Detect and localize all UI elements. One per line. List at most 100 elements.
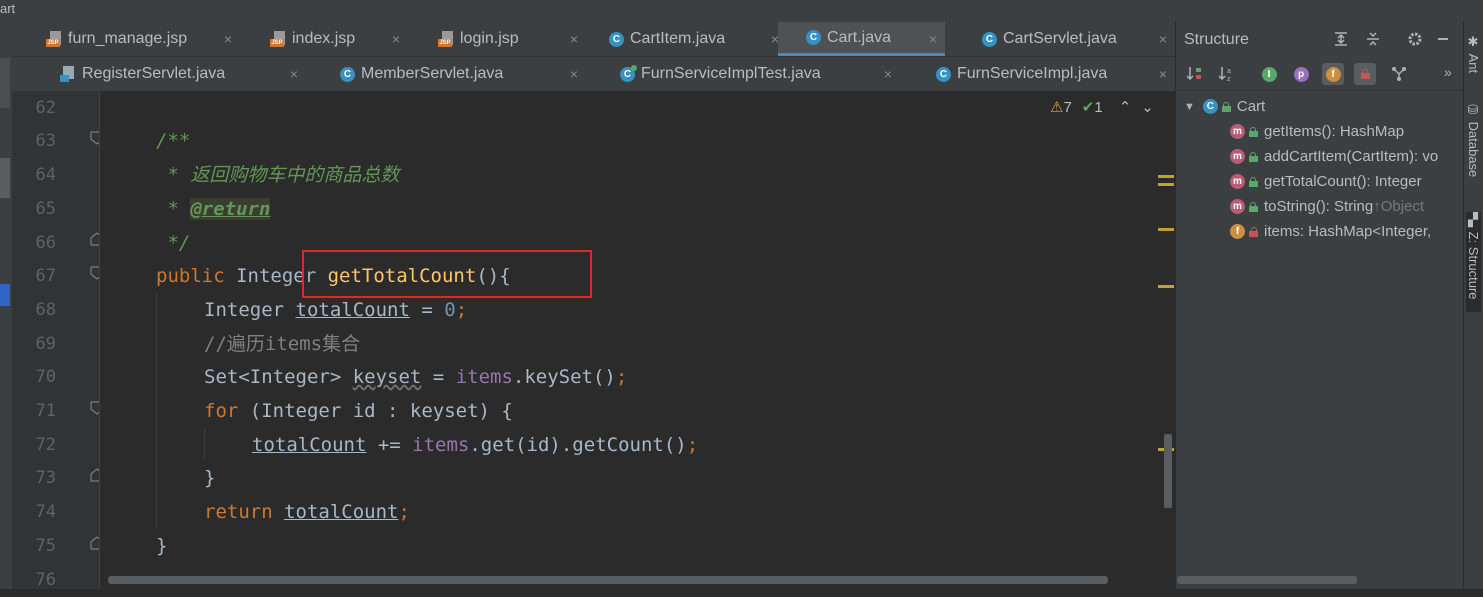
show-non-public-icon[interactable]: [1354, 63, 1376, 85]
line-number: 70: [35, 367, 56, 387]
stripe-marker[interactable]: [1158, 285, 1174, 288]
chevron-up-icon[interactable]: ⌃: [1119, 98, 1132, 116]
tab-label: CartItem.java: [630, 30, 726, 47]
doc-comment: * 返回购物车中的商品总数: [156, 164, 400, 186]
code-line-73: }: [204, 461, 215, 495]
horizontal-scrollbar[interactable]: [108, 576, 1108, 584]
show-inherited-icon[interactable]: I: [1258, 63, 1280, 85]
editor-tabs-row-2: RegisterServlet.java × C MemberServlet.j…: [12, 57, 1175, 92]
tab-registerservlet-java[interactable]: RegisterServlet.java ×: [48, 57, 306, 91]
close-icon[interactable]: ×: [224, 22, 232, 56]
tab-cartservlet-java[interactable]: C CartServlet.java ×: [970, 22, 1175, 56]
chevron-down-icon[interactable]: ⌄: [1141, 98, 1154, 116]
code-line-66: */: [156, 226, 190, 260]
lock-icon: [1360, 69, 1370, 79]
tab-index-jsp[interactable]: JSP index.jsp ×: [258, 22, 408, 56]
class-icon: C: [806, 30, 821, 45]
tab-furn-manage-jsp[interactable]: JSP furn_manage.jsp ×: [34, 22, 240, 56]
tab-cart-java[interactable]: C Cart.java ×: [778, 22, 945, 56]
field-badge: f: [1325, 66, 1341, 82]
tree-root-cart[interactable]: ▼ C Cart: [1184, 94, 1265, 119]
tab-label: RegisterServlet.java: [82, 65, 226, 82]
tool-label: Z: Structure: [1466, 231, 1481, 300]
error-stripe[interactable]: [1163, 91, 1175, 589]
field-ref: items: [412, 434, 470, 456]
unlock-icon: [1249, 126, 1258, 137]
class-icon: C: [936, 66, 951, 82]
expand-all-icon[interactable]: [1330, 28, 1352, 50]
show-fields-icon[interactable]: f: [1322, 63, 1344, 85]
chevron-down-icon[interactable]: ▼: [1184, 101, 1195, 113]
vertical-scrollbar[interactable]: [1164, 434, 1172, 508]
tab-furnserviceimpltest-java[interactable]: C FurnServiceImplTest.java ×: [608, 57, 900, 91]
database-icon: ⛁: [1467, 102, 1479, 117]
sort-by-visibility-icon[interactable]: [1184, 63, 1206, 85]
java-file-icon: [60, 66, 76, 82]
close-icon[interactable]: ×: [392, 22, 400, 56]
method-icon: m: [1230, 124, 1245, 139]
close-icon[interactable]: ×: [1159, 57, 1167, 91]
close-icon[interactable]: ×: [929, 22, 937, 56]
semicolon: ;: [686, 434, 699, 456]
weak-warning-count[interactable]: ✔1: [1082, 98, 1103, 116]
close-icon[interactable]: ×: [1159, 22, 1167, 56]
tree-item-items-field[interactable]: f items: HashMap<Integer,: [1230, 219, 1431, 244]
line-number: 73: [35, 468, 56, 488]
code-text: =: [421, 366, 456, 388]
variable: keyset: [352, 366, 422, 388]
stripe-marker[interactable]: [1158, 175, 1174, 178]
class-icon: C: [340, 66, 355, 82]
tree-item-getitems[interactable]: m getItems(): HashMap: [1230, 119, 1404, 144]
structure-horizontal-scrollbar[interactable]: [1177, 576, 1357, 584]
collapse-all-icon[interactable]: [1362, 28, 1384, 50]
stripe-marker[interactable]: [1158, 228, 1174, 231]
tree-item-gettotalcount[interactable]: m getTotalCount(): Integer: [1230, 169, 1422, 194]
line-number: 76: [35, 570, 56, 590]
show-lambdas-icon[interactable]: [1388, 63, 1410, 85]
tab-cartitem-java[interactable]: C CartItem.java ×: [597, 22, 787, 56]
tab-label: furn_manage.jsp: [68, 30, 188, 47]
close-icon[interactable]: ×: [290, 57, 298, 91]
keyword: for: [204, 400, 239, 422]
tab-label: FurnServiceImplTest.java: [641, 65, 821, 82]
tool-window-structure[interactable]: ▞ Z: Structure: [1466, 212, 1481, 312]
variable: totalCount: [284, 501, 399, 523]
tab-furnserviceimpl-java[interactable]: C FurnServiceImpl.java ×: [924, 57, 1175, 91]
editor-gutter[interactable]: 62 63 64 65 66 67 68 69 70 71 72 73 74 7…: [12, 91, 104, 590]
tab-login-jsp[interactable]: JSP login.jsp ×: [426, 22, 586, 56]
sort-alphabetically-icon[interactable]: az: [1216, 63, 1238, 85]
type-name: Integer: [204, 299, 296, 321]
code-line-64: * 返回购物车中的商品总数: [156, 158, 399, 192]
tree-label: items: HashMap<Integer,: [1264, 223, 1432, 240]
close-icon[interactable]: ×: [570, 22, 578, 56]
show-properties-icon[interactable]: p: [1290, 63, 1312, 85]
close-icon[interactable]: ×: [884, 57, 892, 91]
tab-memberservlet-java[interactable]: C MemberServlet.java ×: [328, 57, 586, 91]
check-icon: ✔: [1081, 99, 1095, 116]
line-number: 63: [35, 131, 56, 151]
code-editor[interactable]: /** * 返回购物车中的商品总数 * @return */ public In…: [100, 91, 1163, 589]
warning-count[interactable]: ⚠7: [1050, 98, 1072, 116]
svg-text:a: a: [1227, 68, 1231, 75]
tree-item-addcartitem[interactable]: m addCartItem(CartItem): vo: [1230, 144, 1438, 169]
gear-icon[interactable]: [1404, 28, 1426, 50]
more-icon[interactable]: »: [1444, 64, 1452, 80]
tool-window-ant[interactable]: ✱ Ant: [1466, 34, 1481, 73]
tree-label: addCartItem(CartItem): vo: [1264, 148, 1439, 165]
code-line-65: * @return: [156, 192, 271, 226]
tab-label: Cart.java: [827, 28, 892, 46]
jsp-file-icon: JSP: [46, 31, 62, 47]
stripe-marker[interactable]: [1158, 183, 1174, 186]
left-stripe-marker: [0, 158, 10, 198]
tool-window-database[interactable]: ⛁ Database: [1466, 102, 1481, 177]
minimize-icon[interactable]: [1432, 28, 1454, 50]
tree-item-tostring[interactable]: m toString(): String ↑Object: [1230, 194, 1424, 219]
code-line-74: return totalCount;: [204, 495, 410, 529]
warning-icon: ⚠: [1050, 99, 1064, 116]
code-text: }: [156, 535, 168, 557]
close-icon[interactable]: ×: [570, 57, 578, 91]
tab-label: MemberServlet.java: [361, 65, 504, 82]
inspection-widget[interactable]: ⚠7 ✔1 ⌃ ⌄: [1050, 97, 1154, 117]
tree-label: getTotalCount(): Integer: [1264, 173, 1422, 190]
variable: totalCount: [295, 299, 410, 321]
